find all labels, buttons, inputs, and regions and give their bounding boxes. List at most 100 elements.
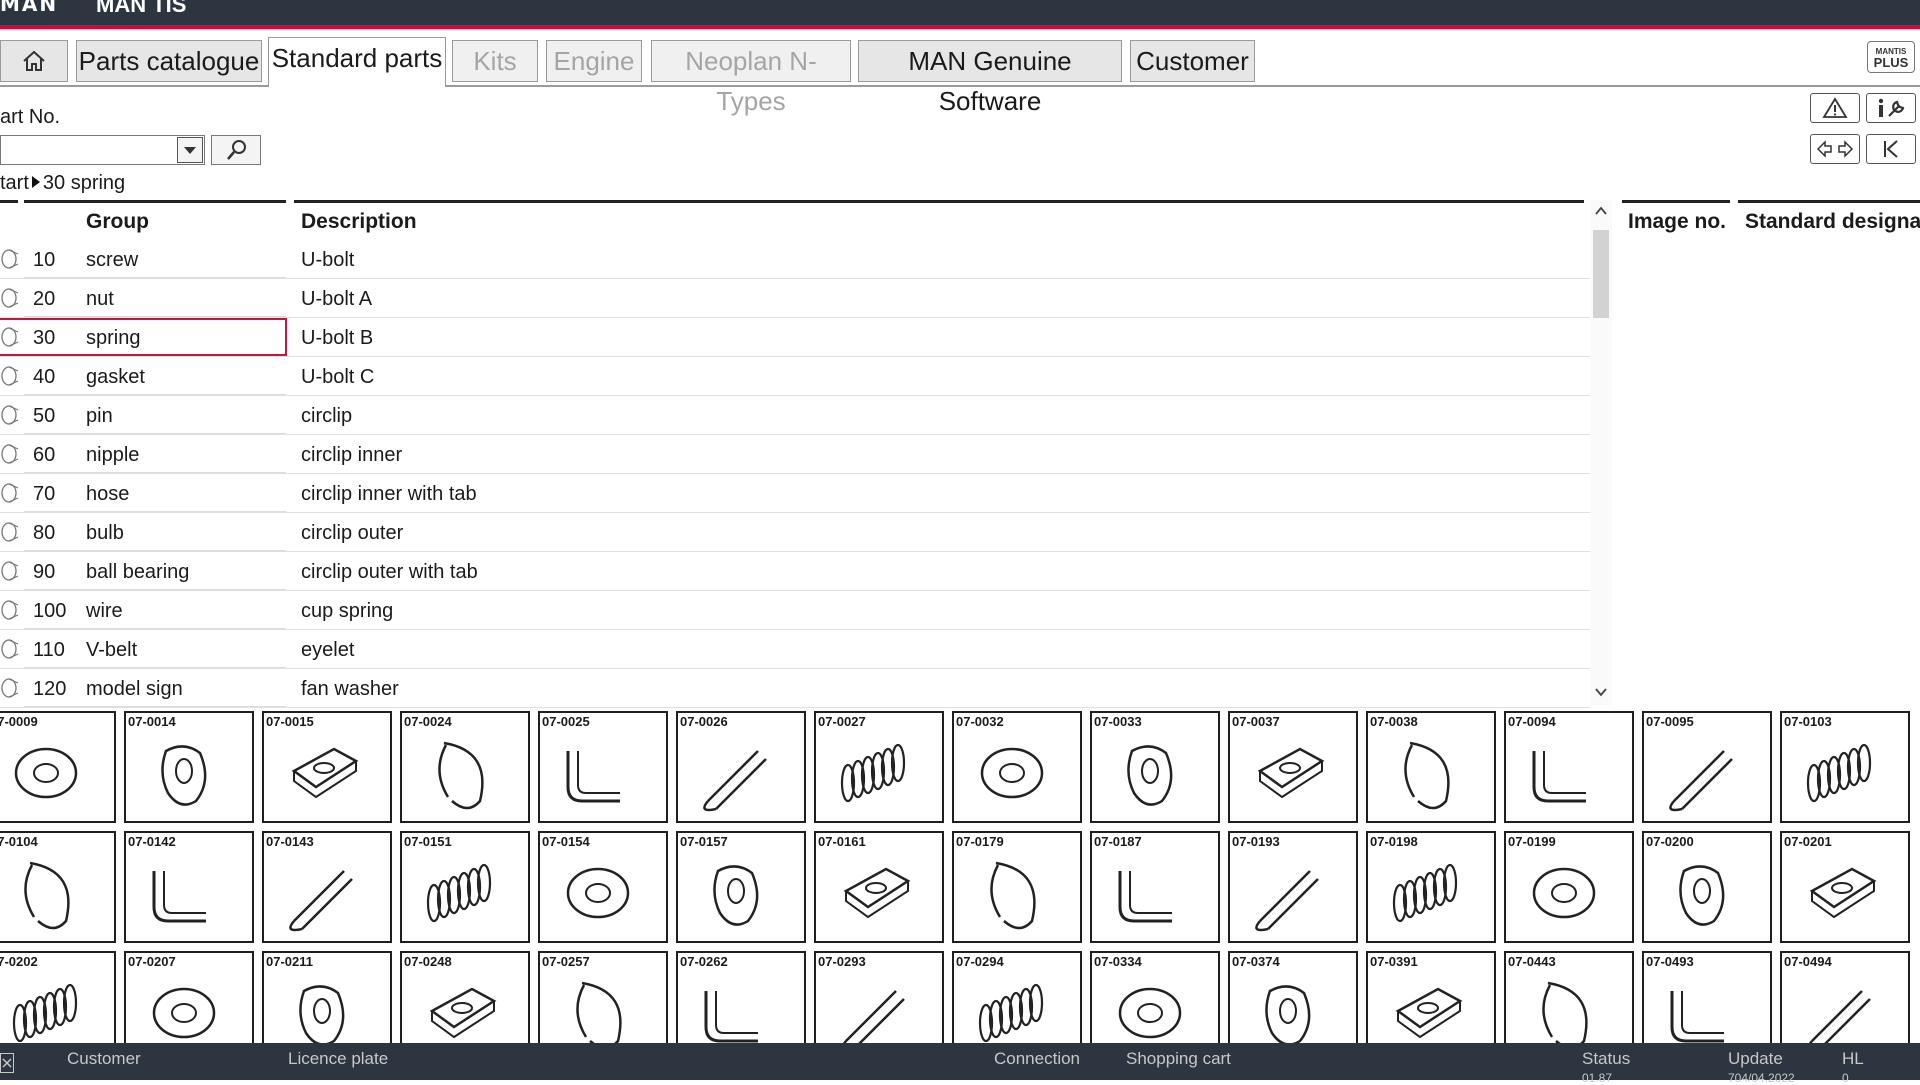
- part-number-input[interactable]: [0, 135, 205, 165]
- close-icon[interactable]: [0, 1053, 14, 1073]
- part-image-tile[interactable]: 07-0025: [538, 711, 668, 823]
- tab-kits[interactable]: Kits: [452, 40, 538, 82]
- part-image-tile[interactable]: 07-0193: [1228, 831, 1358, 943]
- search-button[interactable]: [211, 135, 261, 165]
- group-number: 40: [33, 366, 56, 388]
- image-code: 07-0142: [128, 834, 176, 849]
- info-tools-button[interactable]: [1866, 93, 1916, 123]
- dropdown-button[interactable]: [177, 137, 203, 163]
- part-image-tile[interactable]: 07-0200: [1642, 831, 1772, 943]
- part-image-tile[interactable]: 07-0198: [1366, 831, 1496, 943]
- part-image-tile[interactable]: 07-0103: [1780, 711, 1910, 823]
- part-drawing-icon: [1255, 870, 1319, 932]
- group-name: pin: [86, 405, 113, 427]
- part-image-tile[interactable]: 07-0154: [538, 831, 668, 943]
- group-name: hose: [86, 483, 130, 505]
- row-separator: [24, 357, 286, 395]
- group-name: V-belt: [86, 639, 138, 661]
- status-connection-label: Connection: [994, 1049, 1081, 1068]
- home-button[interactable]: [0, 40, 68, 82]
- part-image-tile[interactable]: 07-0033: [1090, 711, 1220, 823]
- part-drawing-icon: [980, 747, 1044, 799]
- column-header-image-no[interactable]: Image no.: [1628, 210, 1726, 234]
- list-row[interactable]: 80 bulb circlip outer: [0, 513, 1590, 552]
- list-row[interactable]: 20 nut U-bolt A: [0, 279, 1590, 318]
- image-code: 07-0009: [0, 714, 38, 729]
- part-image-tile[interactable]: 07-0026: [676, 711, 806, 823]
- group-part-icon: [1, 405, 19, 425]
- tab-parts-catalogue[interactable]: Parts catalogue: [76, 40, 262, 82]
- breadcrumb-current[interactable]: 30 spring: [43, 172, 125, 194]
- part-image-tile[interactable]: 07-0201: [1780, 831, 1910, 943]
- scroll-thumb[interactable]: [1593, 230, 1609, 318]
- part-image-tile[interactable]: 07-0038: [1366, 711, 1496, 823]
- part-image-tile[interactable]: 07-0032: [952, 711, 1082, 823]
- group-number: 50: [33, 405, 56, 427]
- image-code: 07-0026: [680, 714, 728, 729]
- group-number: 60: [33, 444, 56, 466]
- tab-engine[interactable]: Engine: [546, 40, 642, 82]
- list-row[interactable]: 90 ball bearing circlip outer with tab: [0, 552, 1590, 591]
- part-image-tile[interactable]: 07-0037: [1228, 711, 1358, 823]
- group-number: 90: [33, 561, 56, 583]
- list-row[interactable]: 100 wire cup spring: [0, 591, 1590, 630]
- part-image-tile[interactable]: 07-0014: [124, 711, 254, 823]
- list-row[interactable]: 120 model sign fan washer: [0, 669, 1590, 708]
- part-image-tile[interactable]: 07-0095: [1642, 711, 1772, 823]
- list-row[interactable]: 30 spring U-bolt B: [0, 318, 1590, 357]
- image-code: 07-0187: [1094, 834, 1142, 849]
- image-code: 07-0199: [1508, 834, 1556, 849]
- part-image-tile[interactable]: 07-0024: [400, 711, 530, 823]
- tab-man-genuine-software[interactable]: MAN Genuine Software: [858, 40, 1122, 116]
- row-separator: [24, 396, 286, 434]
- part-image-tile[interactable]: 07-0179: [952, 831, 1082, 943]
- column-header-description[interactable]: Description: [301, 210, 417, 234]
- part-image-tile[interactable]: 07-0104: [0, 831, 116, 943]
- group-part-icon: [1, 444, 19, 464]
- part-drawing-icon: [24, 861, 70, 930]
- part-image-tile[interactable]: 07-0143: [262, 831, 392, 943]
- description: eyelet: [301, 639, 355, 661]
- part-drawing-icon: [566, 751, 620, 803]
- mantis-plus-button[interactable]: MANTIS PLUS: [1867, 41, 1915, 73]
- scroll-down-icon[interactable]: [1590, 685, 1612, 699]
- list-row[interactable]: 110 V-belt eyelet: [0, 630, 1590, 669]
- group-name: bulb: [86, 522, 124, 544]
- part-image-tile[interactable]: 07-0027: [814, 711, 944, 823]
- scroll-up-icon[interactable]: [1590, 204, 1612, 218]
- warning-button[interactable]: [1810, 93, 1860, 123]
- list-row[interactable]: 50 pin circlip: [0, 396, 1590, 435]
- column-header-standard-designation[interactable]: Standard designati: [1745, 210, 1920, 234]
- tab-customer[interactable]: Customer: [1130, 40, 1255, 82]
- part-drawing-icon: [703, 750, 767, 812]
- part-image-tile[interactable]: 07-0161: [814, 831, 944, 943]
- description: circlip inner: [301, 444, 403, 466]
- image-code: 07-0334: [1094, 954, 1142, 969]
- part-image-tile[interactable]: 07-0157: [676, 831, 806, 943]
- image-code: 07-0157: [680, 834, 728, 849]
- warning-icon: [1822, 97, 1848, 118]
- part-image-tile[interactable]: 07-0199: [1504, 831, 1634, 943]
- part-image-tile[interactable]: 07-0151: [400, 831, 530, 943]
- part-image-tile[interactable]: 07-0142: [124, 831, 254, 943]
- image-code: 07-0374: [1232, 954, 1280, 969]
- tab-neoplan-n-types[interactable]: Neoplan N-Types: [651, 40, 851, 116]
- image-code: 07-0104: [0, 834, 38, 849]
- list-row[interactable]: 60 nipple circlip inner: [0, 435, 1590, 474]
- part-image-tile[interactable]: 07-0015: [262, 711, 392, 823]
- group-number: 20: [33, 288, 56, 310]
- breadcrumb: tart 30 spring: [0, 172, 125, 195]
- list-row[interactable]: 40 gasket U-bolt C: [0, 357, 1590, 396]
- group-number: 120: [33, 678, 67, 700]
- part-image-tile[interactable]: 07-0187: [1090, 831, 1220, 943]
- list-row[interactable]: 70 hose circlip inner with tab: [0, 474, 1590, 513]
- back-forward-button[interactable]: [1810, 134, 1860, 164]
- header-line: [294, 200, 1584, 203]
- breadcrumb-root[interactable]: tart: [0, 172, 29, 194]
- go-first-button[interactable]: [1866, 134, 1916, 164]
- list-row[interactable]: 10 screw U-bolt: [0, 240, 1590, 279]
- tab-standard-parts[interactable]: Standard parts: [268, 37, 446, 87]
- part-image-tile[interactable]: 07-0009: [0, 711, 116, 823]
- column-header-group[interactable]: Group: [86, 210, 149, 234]
- part-image-tile[interactable]: 07-0094: [1504, 711, 1634, 823]
